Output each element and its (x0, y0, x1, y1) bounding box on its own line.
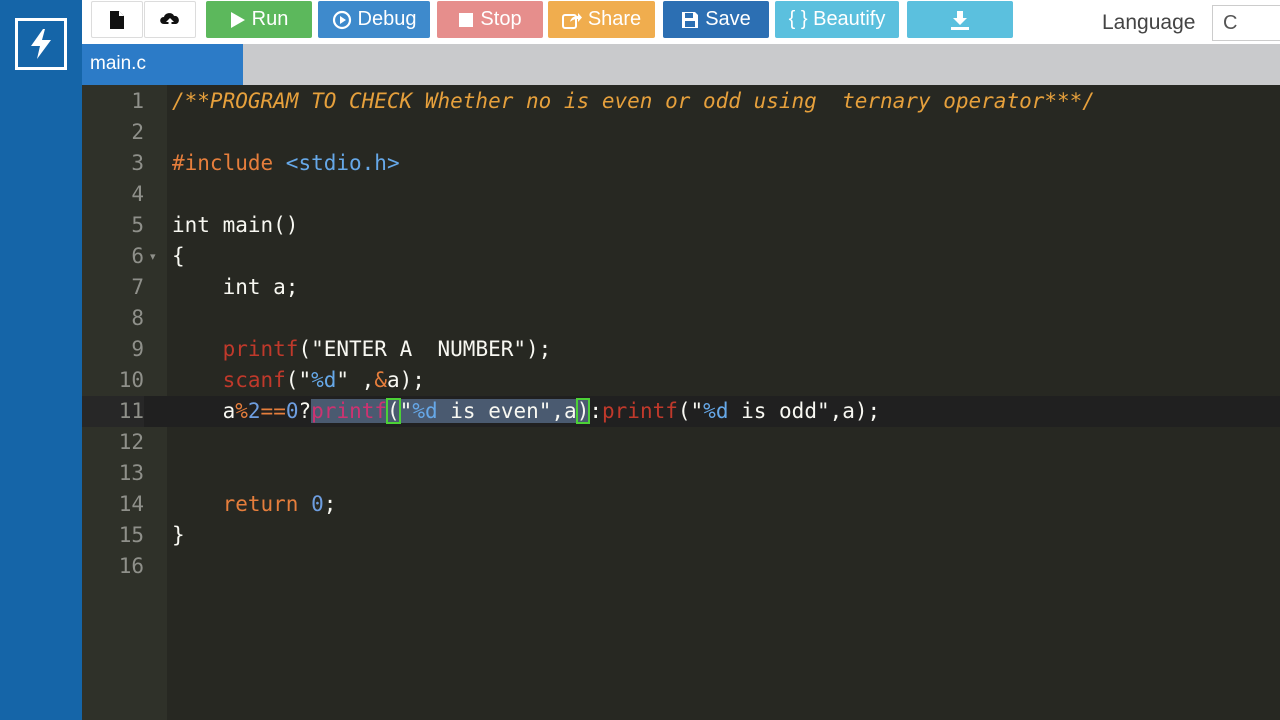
stop-icon (459, 12, 474, 27)
code-line: 5 int main() (82, 210, 1280, 241)
download-icon (951, 10, 969, 30)
code-text: a%2==0?printf("%d is even",a):printf("%d… (222, 398, 881, 424)
save-button[interactable]: Save (663, 1, 769, 38)
code-line: 16 (82, 551, 1280, 582)
line-number: 9 (131, 337, 144, 361)
line-number: 13 (118, 461, 144, 485)
code-line: 9 printf("ENTER A NUMBER"); (82, 334, 1280, 365)
left-sidebar (0, 0, 82, 720)
code-line: 1 /**PROGRAM TO CHECK Whether no is even… (82, 86, 1280, 117)
line-number: 16 (118, 554, 144, 578)
code-text: printf("ENTER A NUMBER"); (222, 337, 552, 361)
code-line: 2 (82, 117, 1280, 148)
line-number: 14 (118, 492, 144, 516)
matching-bracket: ( (386, 398, 401, 424)
beautify-button[interactable]: { } Beautify (775, 1, 899, 38)
line-number: 4 (131, 182, 144, 206)
floppy-disk-icon (682, 11, 699, 28)
code-text: /**PROGRAM TO CHECK Whether no is even o… (172, 89, 1095, 113)
code-line: 3 #include <stdio.h> (82, 148, 1280, 179)
line-number: 6 (131, 244, 144, 268)
fold-arrow-icon[interactable]: ▾ (150, 241, 156, 272)
code-text: #include <stdio.h> (172, 151, 400, 175)
download-button[interactable] (907, 1, 1013, 38)
line-number: 2 (131, 120, 144, 144)
tab-main-c[interactable]: main.c (82, 44, 243, 85)
code-line: 4 (82, 179, 1280, 210)
toolbar: Run Debug Stop Share Save { } Beautify L… (82, 0, 1280, 44)
line-number: 7 (131, 275, 144, 299)
line-number: 10 (118, 368, 144, 392)
share-label: Share (587, 8, 642, 30)
code-text: { (172, 244, 185, 268)
file-tab-strip: main.c (82, 44, 1280, 85)
code-text: } (172, 523, 185, 547)
run-button[interactable]: Run (206, 1, 312, 38)
app-logo[interactable] (15, 18, 67, 70)
code-line-active: 11 a%2==0?printf("%d is even",a):printf(… (82, 396, 1280, 427)
code-editor[interactable]: 1 /**PROGRAM TO CHECK Whether no is even… (82, 85, 1280, 720)
lightning-icon (31, 29, 51, 59)
stop-button[interactable]: Stop (437, 1, 543, 38)
code-line: 8 (82, 303, 1280, 334)
code-line: 12 (82, 427, 1280, 458)
code-line: 14 return 0; (82, 489, 1280, 520)
line-number: 8 (131, 306, 144, 330)
line-number: 3 (131, 151, 144, 175)
line-number: 5 (131, 213, 144, 237)
code-line: 13 (82, 458, 1280, 489)
code-text: int main() (172, 213, 299, 237)
code-text: return 0; (222, 492, 337, 516)
language-label: Language (1102, 11, 1196, 34)
beautify-label: { } Beautify (788, 8, 886, 30)
selected-text: printf("%d is even",a) (311, 398, 591, 424)
debug-label: Debug (357, 8, 417, 30)
play-icon (230, 11, 245, 28)
share-icon (561, 12, 582, 29)
line-number: 11 (82, 396, 144, 427)
file-icon (110, 10, 124, 29)
line-number: 15 (118, 523, 144, 547)
code-line: 6 ▾ { (82, 241, 1280, 272)
language-select[interactable]: C (1212, 5, 1280, 41)
matching-bracket: ) (575, 398, 591, 424)
code-line: 7 int a; (82, 272, 1280, 303)
line-number: 1 (131, 89, 144, 113)
share-button[interactable]: Share (548, 1, 655, 38)
new-file-button[interactable] (91, 1, 143, 38)
code-text: int a; (172, 275, 299, 299)
run-label: Run (251, 8, 289, 30)
code-line: 15 } (82, 520, 1280, 551)
debug-button[interactable]: Debug (318, 1, 430, 38)
stop-label: Stop (480, 8, 522, 30)
save-label: Save (705, 8, 751, 30)
code-text: scanf("%d" ,&a); (222, 368, 425, 392)
cloud-upload-icon (160, 12, 179, 28)
upload-button[interactable] (144, 1, 196, 38)
code-line: 10 scanf("%d" ,&a); (82, 365, 1280, 396)
line-number: 12 (118, 430, 144, 454)
debug-icon (332, 10, 351, 29)
